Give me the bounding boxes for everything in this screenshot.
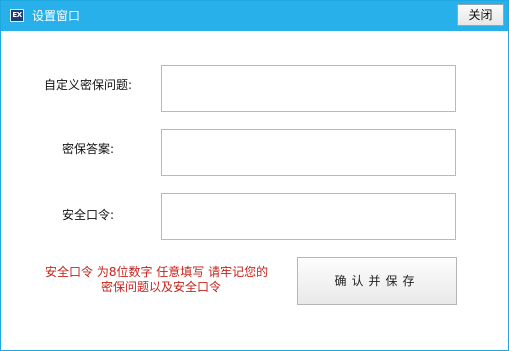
security-question-label: 自定义密保问题: xyxy=(44,78,133,92)
security-password-label: 安全口令: xyxy=(62,208,115,222)
confirm-save-button[interactable]: 确认并保存 xyxy=(297,257,457,305)
security-answer-input[interactable] xyxy=(161,129,456,176)
notice-line-2: 密保问题以及安全口令 xyxy=(101,280,222,294)
window-title: 设置窗口 xyxy=(32,9,81,23)
password-notice: 安全口令 为8位数字 任意填写 请牢记您的 密保问题以及安全口令 xyxy=(45,265,295,295)
security-question-input[interactable] xyxy=(161,65,456,112)
close-button[interactable]: 关闭 xyxy=(457,4,504,26)
notice-line-1: 安全口令 为8位数字 任意填写 请牢记您的 xyxy=(45,265,269,279)
security-answer-label: 密保答案: xyxy=(62,142,115,156)
settings-window: EX 设置窗口 关闭 自定义密保问题: 密保答案: 安全口令: 安全口令 为8位… xyxy=(0,0,509,351)
app-logo-icon: EX xyxy=(10,9,24,22)
title-bar[interactable]: EX 设置窗口 关闭 xyxy=(1,1,508,31)
security-password-input[interactable] xyxy=(161,193,456,240)
